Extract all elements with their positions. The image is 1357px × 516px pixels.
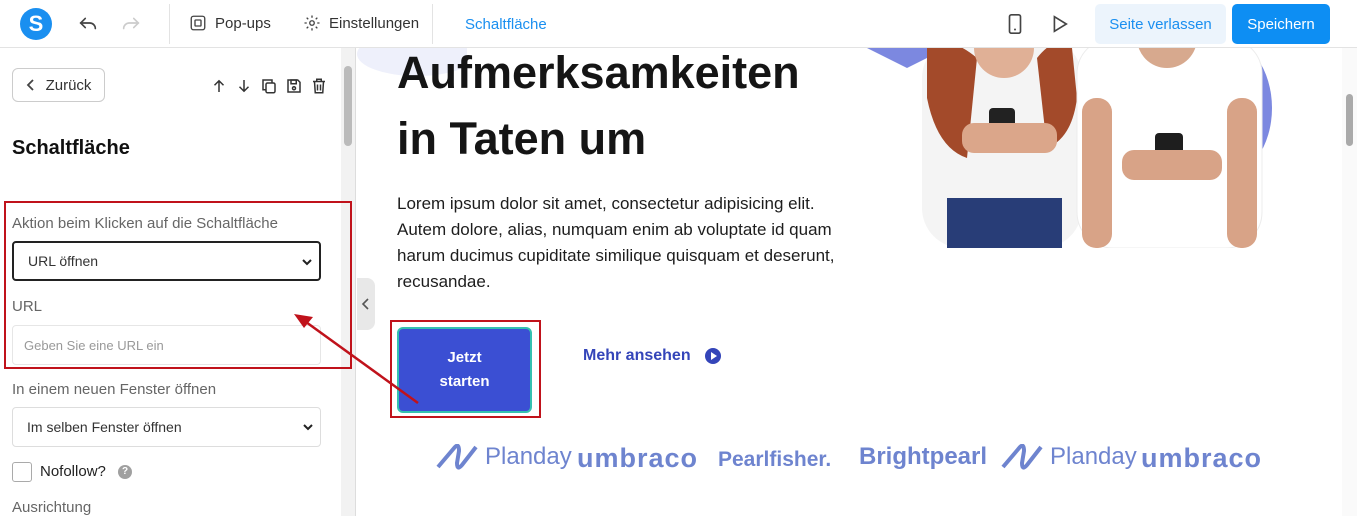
hero-paragraph: Lorem ipsum dolor sit amet, consectetur … [397, 194, 835, 291]
save-icon[interactable] [285, 76, 305, 96]
client-logos: Planday umbraco Pearlfisher. Brightpearl… [435, 443, 1275, 479]
chevron-left-icon [361, 298, 369, 310]
window-target-select[interactable]: Im selben Fenster öffnen [12, 407, 321, 447]
canvas-scrollbar-thumb[interactable] [1346, 94, 1353, 146]
popup-icon [190, 15, 206, 31]
move-up-icon[interactable] [210, 76, 230, 96]
logo-label: Brightpearl [859, 443, 988, 470]
popups-button[interactable]: Pop-ups [189, 14, 271, 32]
undo-icon[interactable] [77, 12, 101, 36]
logo-label: Planday [1050, 443, 1137, 470]
nofollow-label: Nofollow? [40, 463, 106, 480]
toolbar-divider [432, 4, 433, 44]
window-target-value: Im selben Fenster öffnen [27, 419, 182, 435]
mobile-preview-icon[interactable] [1004, 12, 1028, 36]
annotation-box-cta [390, 320, 541, 418]
alignment-label: Ausrichtung [12, 499, 92, 516]
canvas-scrollbar[interactable] [1342, 48, 1357, 516]
redo-icon[interactable] [120, 12, 144, 36]
hero-heading: Aufmerksamkeiten in Taten um [397, 48, 877, 172]
duplicate-icon[interactable] [260, 76, 280, 96]
top-toolbar: S Pop-ups Einstellungen Schaltfläche Sei… [0, 0, 1357, 48]
new-window-label: In einem neuen Fenster öffnen [12, 381, 217, 398]
planday-mark-icon [436, 444, 478, 470]
logo-umbraco: umbraco [1141, 443, 1262, 474]
leave-page-button[interactable]: Seite verlassen [1095, 4, 1226, 44]
settings-button[interactable]: Einstellungen [303, 14, 419, 32]
toolbar-divider [169, 4, 170, 44]
more-label: Mehr ansehen [583, 347, 691, 364]
logo-label: Planday [485, 443, 572, 470]
logo-label: umbraco [1141, 443, 1263, 473]
back-label: Zurück [45, 76, 92, 94]
help-icon[interactable]: ? [118, 465, 132, 479]
play-preview-icon[interactable] [1048, 12, 1072, 36]
page-canvas: Aufmerksamkeiten in Taten um Lorem ipsum… [357, 48, 1342, 516]
planday-mark-icon [1001, 444, 1043, 470]
more-link[interactable]: Mehr ansehen [583, 347, 721, 365]
hero-photo [867, 48, 1272, 248]
hero-heading-line2: in Taten um [397, 113, 647, 164]
popups-label: Pop-ups [215, 14, 271, 32]
logo-umbraco: umbraco [577, 443, 698, 474]
chevron-down-icon [303, 424, 313, 431]
gear-icon [304, 15, 320, 31]
move-down-icon[interactable] [235, 76, 255, 96]
back-button[interactable]: Zurück [12, 68, 105, 102]
logo-label: Pearlfisher. [718, 448, 832, 471]
panel-title: Schaltfläche [12, 137, 130, 159]
panel-scrollbar-thumb[interactable] [344, 66, 352, 146]
hero-heading-line1: Aufmerksamkeiten [397, 48, 800, 98]
play-circle-icon [704, 348, 721, 364]
logo-pearlfisher: Pearlfisher. [718, 448, 831, 472]
element-tools [210, 76, 330, 96]
settings-label: Einstellungen [329, 14, 420, 32]
collapse-panel-tab[interactable] [357, 278, 375, 330]
context-title: Schaltfläche [465, 16, 547, 33]
logo-planday: Planday [1000, 443, 1137, 471]
nofollow-checkbox[interactable] [12, 462, 32, 482]
save-button[interactable]: Speichern [1232, 4, 1330, 44]
trash-icon[interactable] [310, 76, 330, 96]
app-logo[interactable]: S [20, 8, 52, 40]
logo-brightpearl: Brightpearl [859, 443, 987, 471]
logo-planday: Planday [435, 443, 572, 471]
annotation-box-panel [4, 201, 352, 369]
logo-label: umbraco [577, 443, 699, 473]
chevron-left-icon [26, 79, 34, 91]
